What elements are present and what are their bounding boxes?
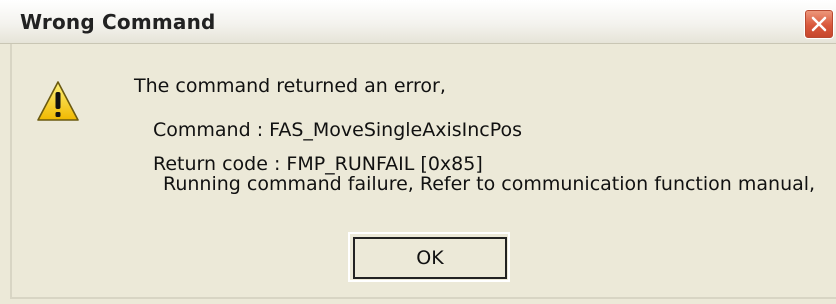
close-icon	[811, 16, 827, 32]
error-message-header: The command returned an error,	[134, 75, 446, 97]
warning-icon	[37, 81, 79, 121]
command-line: Command : FAS_MoveSingleAxisIncPos	[153, 119, 523, 141]
return-description-line: Running command failure, Refer to commun…	[163, 173, 816, 195]
dialog-body: The command returned an error, Command :…	[10, 44, 836, 299]
error-dialog: Wrong Command The command returned an er…	[0, 0, 836, 304]
close-button[interactable]	[804, 9, 834, 39]
dialog-title: Wrong Command	[20, 10, 216, 34]
ok-button[interactable]: OK	[348, 232, 510, 282]
ok-button-label: OK	[353, 237, 507, 279]
return-code-line: Return code : FMP_RUNFAIL [0x85]	[153, 153, 483, 175]
title-bar[interactable]: Wrong Command	[0, 0, 836, 44]
